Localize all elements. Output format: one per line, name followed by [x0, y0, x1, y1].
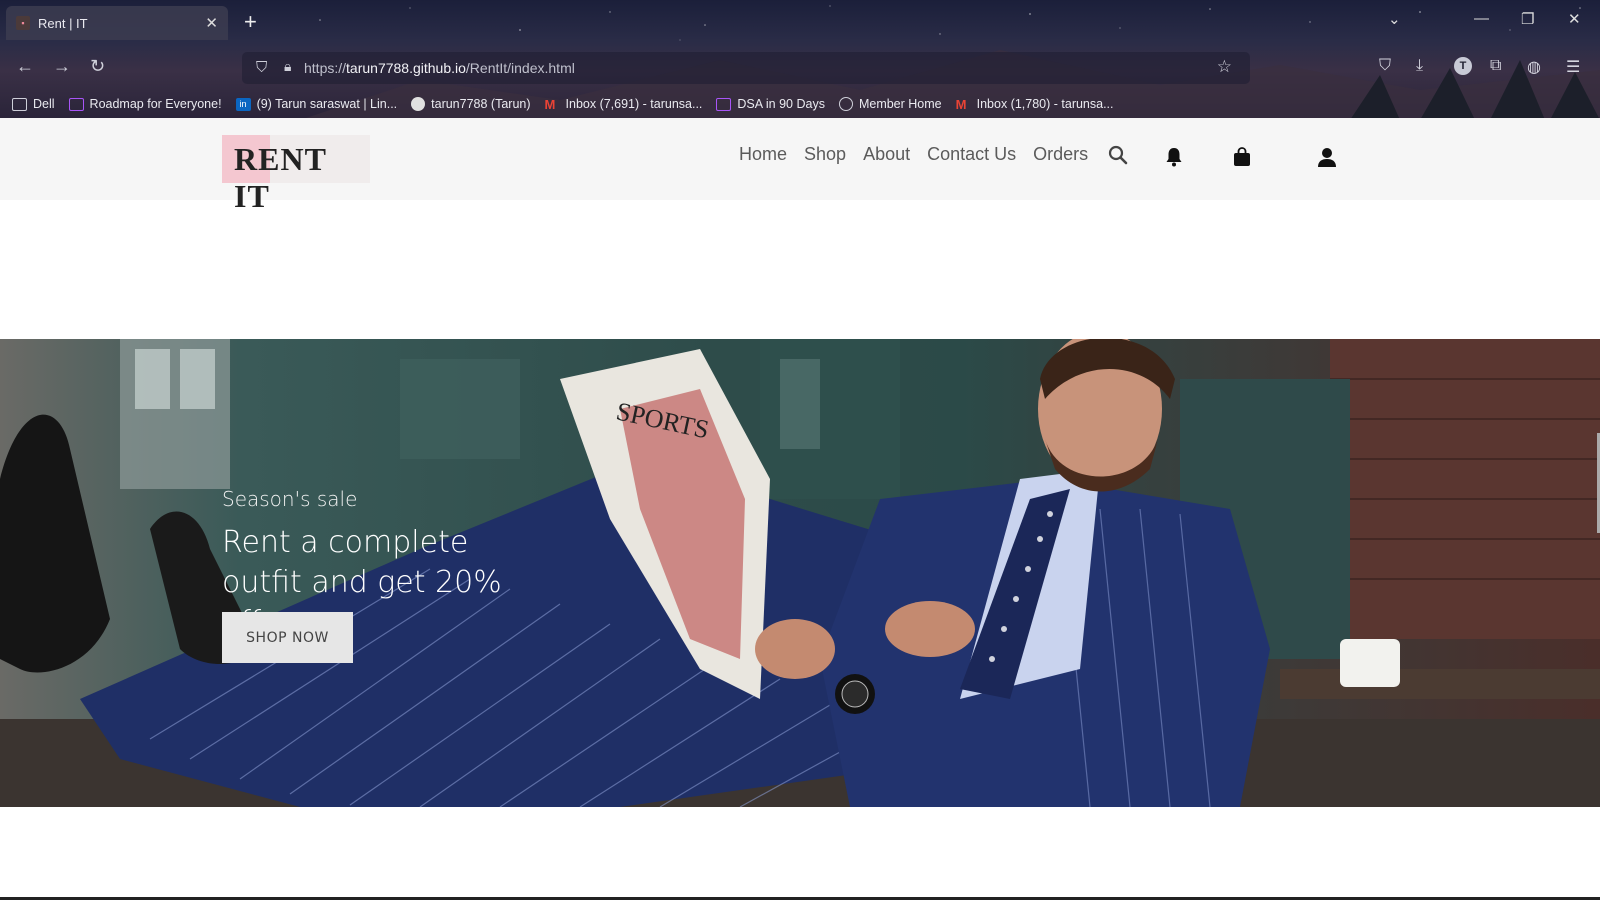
list-all-tabs-icon[interactable]: ⌄ [1388, 10, 1401, 28]
bookmark-item[interactable]: Roadmap for Everyone! [68, 97, 222, 111]
hero-banner: SPORTS Season's sale Rent a complete out… [0, 339, 1600, 807]
account-avatar[interactable]: T [1454, 57, 1472, 75]
browser-chrome: ▪ Rent | IT ✕ + ⌄ — ❐ ✕ ← → ↻ ⛉ 🔒︎ https… [0, 0, 1600, 118]
nav-home[interactable]: Home [739, 144, 787, 165]
menu-icon[interactable]: ☰ [1566, 57, 1580, 77]
navigation-toolbar: ← → ↻ ⛉ 🔒︎ https://tarun7788.github.io/R… [0, 46, 1600, 90]
shop-now-button[interactable]: SHOP NOW [222, 612, 353, 663]
nav-about[interactable]: About [863, 144, 910, 165]
back-arrow-icon[interactable]: ← [16, 56, 34, 77]
globe-icon[interactable]: ◍ [1527, 57, 1541, 77]
hero-subtitle: Season's sale [222, 487, 358, 511]
minimize-window-icon[interactable]: — [1474, 10, 1489, 27]
bookmark-item[interactable]: tarun7788 (Tarun) [411, 97, 531, 111]
lock-icon[interactable]: 🔒︎ [284, 58, 291, 75]
bookmark-item[interactable]: DSA in 90 Days [716, 97, 825, 111]
downloads-icon[interactable]: ⤓ [1416, 57, 1423, 75]
bookmarks-bar: Dell Roadmap for Everyone! in (9) Tarun s… [0, 90, 1600, 118]
bookmark-star-icon[interactable]: ☆ [1217, 57, 1232, 77]
site-header: RENT IT Home Shop About Contact Us Order… [0, 118, 1600, 214]
linkedin-icon: in [235, 97, 251, 111]
gmail-icon: M [955, 96, 967, 112]
nav-contact-us[interactable]: Contact Us [927, 144, 1016, 165]
shield-icon[interactable]: ⛉ [256, 59, 267, 76]
roadmap-icon [68, 97, 84, 111]
tab-strip: ▪ Rent | IT ✕ + ⌄ — ❐ ✕ [0, 0, 1600, 46]
pocket-icon[interactable]: ⛉ [1379, 57, 1391, 75]
new-tab-button[interactable]: + [244, 10, 257, 34]
logo-text: RENT IT [234, 141, 327, 214]
address-bar[interactable]: ⛉ 🔒︎ https://tarun7788.github.io/RentIt/… [242, 52, 1250, 84]
search-icon[interactable] [1108, 145, 1128, 165]
bookmark-item[interactable]: M Inbox (1,780) - tarunsa... [956, 97, 1114, 111]
bell-icon[interactable] [1165, 147, 1183, 167]
close-tab-icon[interactable]: ✕ [205, 14, 218, 32]
site-logo[interactable]: RENT IT [222, 135, 370, 214]
user-icon[interactable] [1317, 147, 1337, 167]
nav-orders[interactable]: Orders [1033, 144, 1088, 165]
github-icon [411, 97, 426, 111]
bookmark-item[interactable]: M Inbox (7,691) - tarunsa... [545, 97, 703, 111]
globe-icon [838, 97, 853, 111]
nav-shop[interactable]: Shop [804, 144, 846, 165]
extensions-icon[interactable]: ⧉ [1490, 57, 1501, 75]
url-text: https://tarun7788.github.io/RentIt/index… [304, 60, 575, 76]
bookmark-item[interactable]: Dell [12, 97, 55, 111]
bookmark-item[interactable]: in (9) Tarun saraswat | Lin... [235, 97, 397, 111]
folder-icon [12, 97, 27, 111]
dsa-icon [716, 97, 732, 111]
shopping-bag-icon[interactable] [1233, 147, 1251, 167]
site-favicon-icon: ▪ [16, 16, 30, 30]
restore-window-icon[interactable]: ❐ [1521, 10, 1534, 28]
browser-tab-active[interactable]: ▪ Rent | IT ✕ [6, 6, 228, 40]
gmail-icon: M [544, 96, 556, 112]
bookmark-item[interactable]: Member Home [838, 97, 942, 111]
reload-icon[interactable]: ↻ [90, 56, 105, 77]
forward-arrow-icon[interactable]: → [53, 56, 71, 77]
close-window-icon[interactable]: ✕ [1568, 10, 1581, 28]
tab-title: Rent | IT [38, 15, 88, 31]
main-nav: Home Shop About Contact Us Orders [739, 144, 1105, 165]
